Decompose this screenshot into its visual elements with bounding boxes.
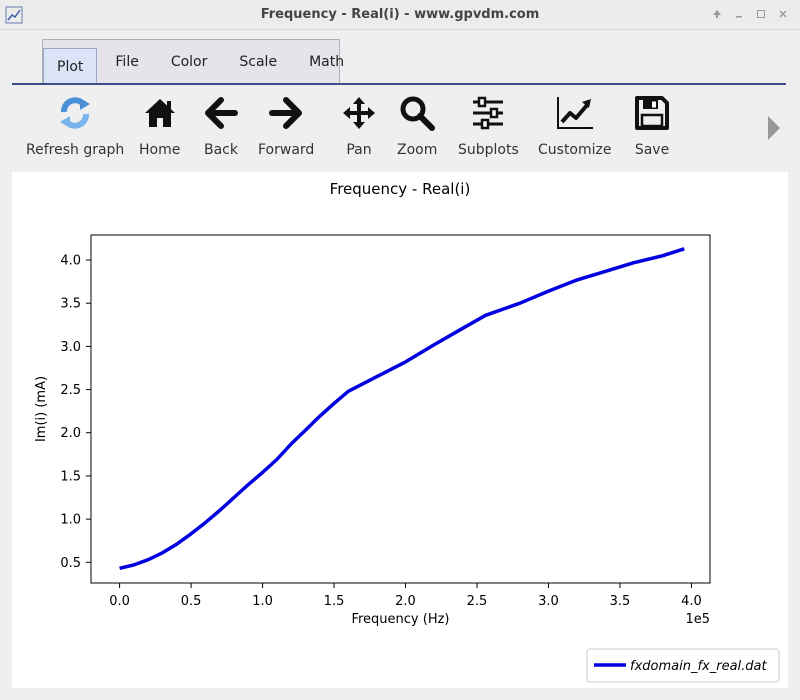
x-tick-label: 3.5 [610,594,631,609]
maximize-button[interactable] [752,5,770,23]
chevron-right-icon [768,116,780,140]
y-axis: 0.5 1.0 1.5 2.0 2.5 3.0 3.5 4.0 [60,254,91,571]
home-label: Home [139,142,181,158]
pan-button[interactable]: Pan [339,93,379,158]
customize-button[interactable]: Customize [538,93,612,158]
save-label: Save [634,142,670,158]
save-button[interactable]: Save [632,93,672,158]
tab-color[interactable]: Color [155,40,224,82]
x-tick-label: 2.5 [467,594,488,609]
y-tick-label: 2.5 [60,383,81,398]
zoom-label: Zoom [397,142,438,158]
home-icon [144,99,175,127]
tab-scale[interactable]: Scale [223,40,293,82]
close-button[interactable] [774,5,792,23]
x-tick-label: 1.0 [252,594,273,609]
keep-above-button[interactable] [708,5,726,23]
x-axis-label: Frequency (Hz) [351,612,449,627]
y-axis-label: Im(i) (mA) [34,376,49,442]
forward-label: Forward [258,142,315,158]
y-tick-label: 2.0 [60,426,81,441]
x-tick-label: 0.5 [181,594,202,609]
x-tick-label: 3.0 [538,594,559,609]
customize-label: Customize [538,142,612,158]
arrow-left-icon [205,97,238,129]
legend-label: fxdomain_fx_real.dat [630,659,767,674]
y-tick-label: 4.0 [60,254,81,269]
window-title: Frequency - Real(i) - www.gpvdm.com [260,7,540,22]
zoom-button[interactable]: Zoom [397,93,437,158]
minimize-button[interactable] [730,5,748,23]
sliders-icon [473,96,504,130]
x-tick-label: 1.5 [324,594,345,609]
arrow-right-icon [269,97,303,129]
plot-canvas[interactable]: Frequency - Real(i) 0.0 0.5 1.0 1.5 2.0 2.5 3.… [12,172,788,688]
back-button[interactable]: Back [201,93,241,158]
plot-figure: Frequency - Real(i) 0.0 0.5 1.0 1.5 2.0 2.5 3.… [34,180,780,683]
title-bar: Frequency - Real(i) - www.gpvdm.com [0,0,800,30]
chart-title: Frequency - Real(i) [330,180,471,198]
refresh-icon [60,97,91,129]
toolbar-overflow-button[interactable] [766,114,782,146]
plot-toolbar: Refresh graph Home Back Forward Pan Zoom… [12,88,788,162]
x-tick-label: 4.0 [681,594,702,609]
floppy-disk-icon [635,96,669,130]
back-label: Back [204,142,238,158]
close-icon [779,10,787,18]
tab-plot[interactable]: Plot [43,48,98,84]
home-button[interactable]: Home [139,93,180,158]
pan-label: Pan [346,142,372,158]
series-line [119,247,685,571]
subplots-label: Subplots [458,142,519,158]
move-arrows-icon [343,97,375,129]
x-tick-label: 0.0 [109,594,130,609]
tab-math[interactable]: Math [293,40,360,82]
y-tick-label: 1.5 [60,469,81,484]
x-tick-label: 2.0 [395,594,416,609]
magnifier-icon [400,96,436,131]
y-tick-label: 3.0 [60,340,81,355]
plot-area [90,234,711,584]
tab-file[interactable]: File [99,40,154,82]
legend: fxdomain_fx_real.dat [586,648,780,683]
minimize-icon [736,16,742,18]
maximize-icon [757,10,765,18]
x-axis-multiplier: 1e5 [685,612,710,627]
refresh-graph-label: Refresh graph [26,142,125,158]
x-axis: 0.0 0.5 1.0 1.5 2.0 2.5 3.0 3.5 4.0 [109,583,702,609]
forward-button[interactable]: Forward [258,93,314,158]
ribbon-tabs: Plot File Color Scale Math [42,39,344,84]
tab-divider [12,83,786,85]
y-tick-label: 3.5 [60,297,81,312]
subplots-button[interactable]: Subplots [458,93,519,158]
refresh-graph-button[interactable]: Refresh graph [26,93,124,158]
line-chart-icon [556,97,593,129]
y-tick-label: 0.5 [60,556,81,571]
y-tick-label: 1.0 [60,513,81,528]
arrow-up-icon [713,10,721,18]
